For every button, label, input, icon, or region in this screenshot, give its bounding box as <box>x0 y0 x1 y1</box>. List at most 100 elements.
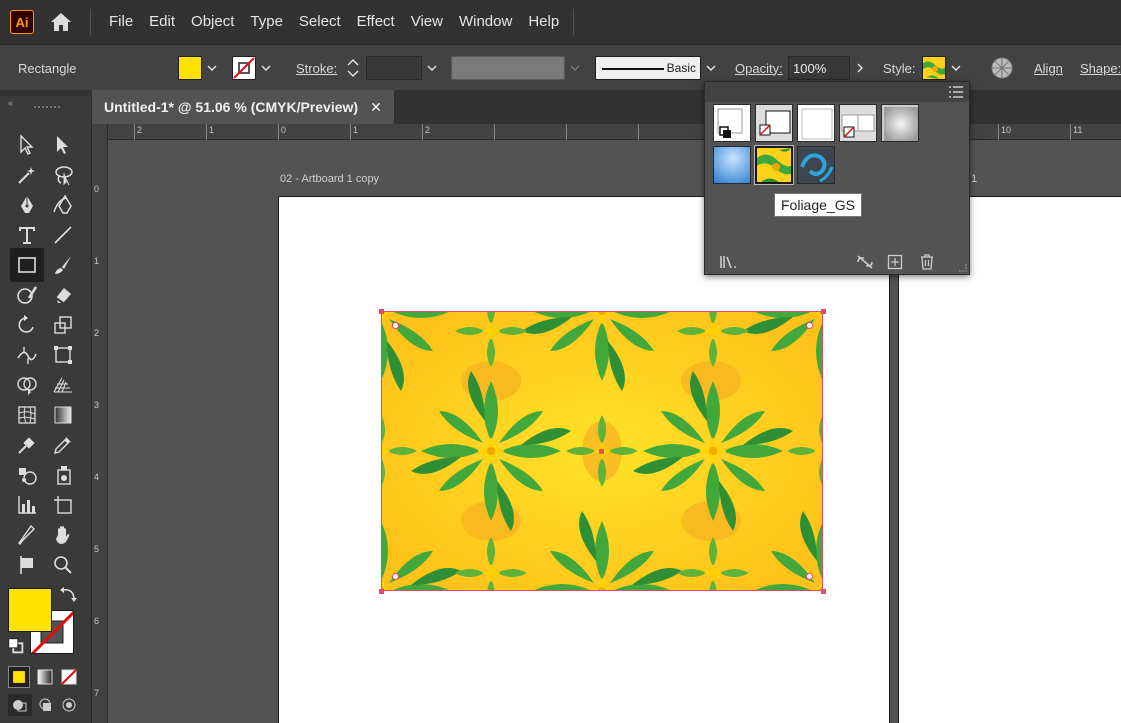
corner-widget[interactable] <box>806 322 813 329</box>
stroke-weight-input[interactable] <box>366 56 422 80</box>
curvature-tool-icon[interactable] <box>48 190 78 220</box>
menu-view[interactable]: View <box>403 0 451 44</box>
ruler-label: 6 <box>94 616 100 626</box>
color-mode-icon[interactable] <box>8 666 30 688</box>
stroke-color-swatch[interactable] <box>232 56 256 80</box>
style-swatch-white[interactable] <box>797 104 835 142</box>
none-mode-icon[interactable] <box>58 666 80 688</box>
corner-widget[interactable] <box>392 573 399 580</box>
vertical-ruler[interactable]: 0 1 2 3 4 5 6 7 <box>92 124 108 723</box>
opacity-input[interactable]: 100% <box>788 56 850 80</box>
pen-tool-icon[interactable] <box>12 190 42 220</box>
resize-handle[interactable] <box>821 589 826 594</box>
fill-color-box[interactable] <box>8 588 52 632</box>
align-label[interactable]: Align <box>1034 45 1063 91</box>
artboard-tool-icon[interactable] <box>48 490 78 520</box>
menu-type[interactable]: Type <box>242 0 291 44</box>
menu-bar: Ai File Edit Object Type Select Effect V… <box>0 0 1121 44</box>
draw-behind-icon[interactable] <box>34 694 56 716</box>
new-style-icon[interactable] <box>887 254 903 275</box>
resize-handle[interactable] <box>821 309 826 314</box>
zoom-tool-icon[interactable] <box>48 550 78 580</box>
brush-definition-dropdown[interactable]: Basic <box>595 56 701 80</box>
eyedropper-tool-icon[interactable] <box>48 430 78 460</box>
style-swatch-default[interactable] <box>713 104 751 142</box>
close-icon[interactable]: ✕ <box>370 99 382 116</box>
collapse-chevrons-icon[interactable]: « <box>8 98 13 108</box>
stroke-weight-stepper[interactable] <box>344 45 442 91</box>
corner-widget[interactable] <box>806 573 813 580</box>
variable-width-profile[interactable] <box>451 56 565 80</box>
trash-icon[interactable] <box>919 253 935 275</box>
document-tab[interactable]: Untitled-1* @ 51.06 % (CMYK/Preview) ✕ <box>92 90 394 124</box>
scale-tool-icon[interactable] <box>48 310 78 340</box>
style-swatch-foliage-gs[interactable] <box>754 145 794 185</box>
menu-file[interactable]: File <box>101 0 141 44</box>
grip-icon[interactable] <box>34 106 60 110</box>
style-swatch-default-no-stroke[interactable] <box>755 104 793 142</box>
panel-menu-icon[interactable] <box>949 85 963 103</box>
free-transform-tool-icon[interactable] <box>48 340 78 370</box>
recolor-artwork-icon[interactable] <box>990 45 1014 91</box>
width-tool-icon[interactable] <box>12 340 42 370</box>
center-point[interactable] <box>599 449 604 454</box>
style-swatch-blue-gradient[interactable] <box>713 146 751 184</box>
default-fill-stroke-icon[interactable] <box>6 636 26 656</box>
rotate-tool-icon[interactable] <box>12 310 42 340</box>
break-link-icon[interactable] <box>855 254 875 275</box>
selection-tool-icon[interactable] <box>12 130 42 160</box>
menu-help[interactable]: Help <box>520 0 567 44</box>
rectangle-tool-icon[interactable] <box>10 248 44 282</box>
chevron-down-icon[interactable] <box>256 56 276 80</box>
chevron-right-icon[interactable] <box>850 56 870 80</box>
line-segment-tool-icon[interactable] <box>48 220 78 250</box>
resize-grip-icon[interactable] <box>959 264 967 272</box>
resize-handle[interactable] <box>379 309 384 314</box>
resize-handle[interactable] <box>379 589 384 594</box>
column-graph-tool-icon[interactable] <box>12 490 42 520</box>
direct-selection-tool-icon[interactable] <box>48 130 78 160</box>
magic-wand-tool-icon[interactable] <box>12 160 42 190</box>
style-libraries-icon[interactable] <box>719 254 739 275</box>
paintbrush-tool-icon[interactable] <box>48 250 78 280</box>
perspective-grid-tool-icon[interactable] <box>48 370 78 400</box>
chevron-down-icon[interactable] <box>422 56 442 80</box>
style-swatch-no-stroke-pair[interactable] <box>839 104 877 142</box>
graphic-style-swatch[interactable] <box>922 56 946 80</box>
draw-normal-icon[interactable] <box>8 694 32 716</box>
menu-select[interactable]: Select <box>291 0 349 44</box>
fill-color-swatch[interactable] <box>178 56 202 80</box>
chevron-down-icon[interactable] <box>202 56 222 80</box>
home-icon[interactable] <box>48 9 74 35</box>
shape-builder-tool-icon[interactable] <box>12 370 42 400</box>
menu-effect[interactable]: Effect <box>349 0 403 44</box>
menu-object[interactable]: Object <box>183 0 242 44</box>
type-tool-icon[interactable] <box>12 220 42 250</box>
blend-tool-icon[interactable] <box>12 430 42 460</box>
style-swatch-blue-swirl[interactable] <box>797 146 835 184</box>
chevron-down-icon[interactable] <box>946 56 966 80</box>
chevron-down-icon[interactable] <box>701 56 721 80</box>
lasso-tool-icon[interactable] <box>48 160 78 190</box>
stroke-label[interactable]: Stroke: <box>296 45 337 91</box>
menu-window[interactable]: Window <box>451 0 520 44</box>
ruler-label: 10 <box>1001 125 1012 135</box>
shape-label[interactable]: Shape: <box>1080 45 1121 91</box>
shaper-tool-icon[interactable] <box>12 280 42 310</box>
menu-edit[interactable]: Edit <box>141 0 183 44</box>
artboard-label[interactable]: 02 - Artboard 1 copy <box>280 173 379 185</box>
symbol-sprayer-tool-icon[interactable] <box>12 460 42 490</box>
live-paint-tool-icon[interactable] <box>48 460 78 490</box>
slice-tool-icon[interactable] <box>12 520 42 550</box>
style-swatch-soft-shadow[interactable] <box>881 104 919 142</box>
artboard[interactable] <box>898 196 1121 723</box>
print-tiling-tool-icon[interactable] <box>12 550 42 580</box>
swap-fill-stroke-icon[interactable] <box>58 584 80 606</box>
eraser-tool-icon[interactable] <box>48 280 78 310</box>
mesh-tool-icon[interactable] <box>12 400 42 430</box>
gradient-tool-icon[interactable] <box>48 400 78 430</box>
draw-inside-icon[interactable] <box>58 694 80 716</box>
gradient-mode-icon[interactable] <box>34 666 56 688</box>
corner-widget[interactable] <box>392 322 399 329</box>
hand-tool-icon[interactable] <box>48 520 78 550</box>
